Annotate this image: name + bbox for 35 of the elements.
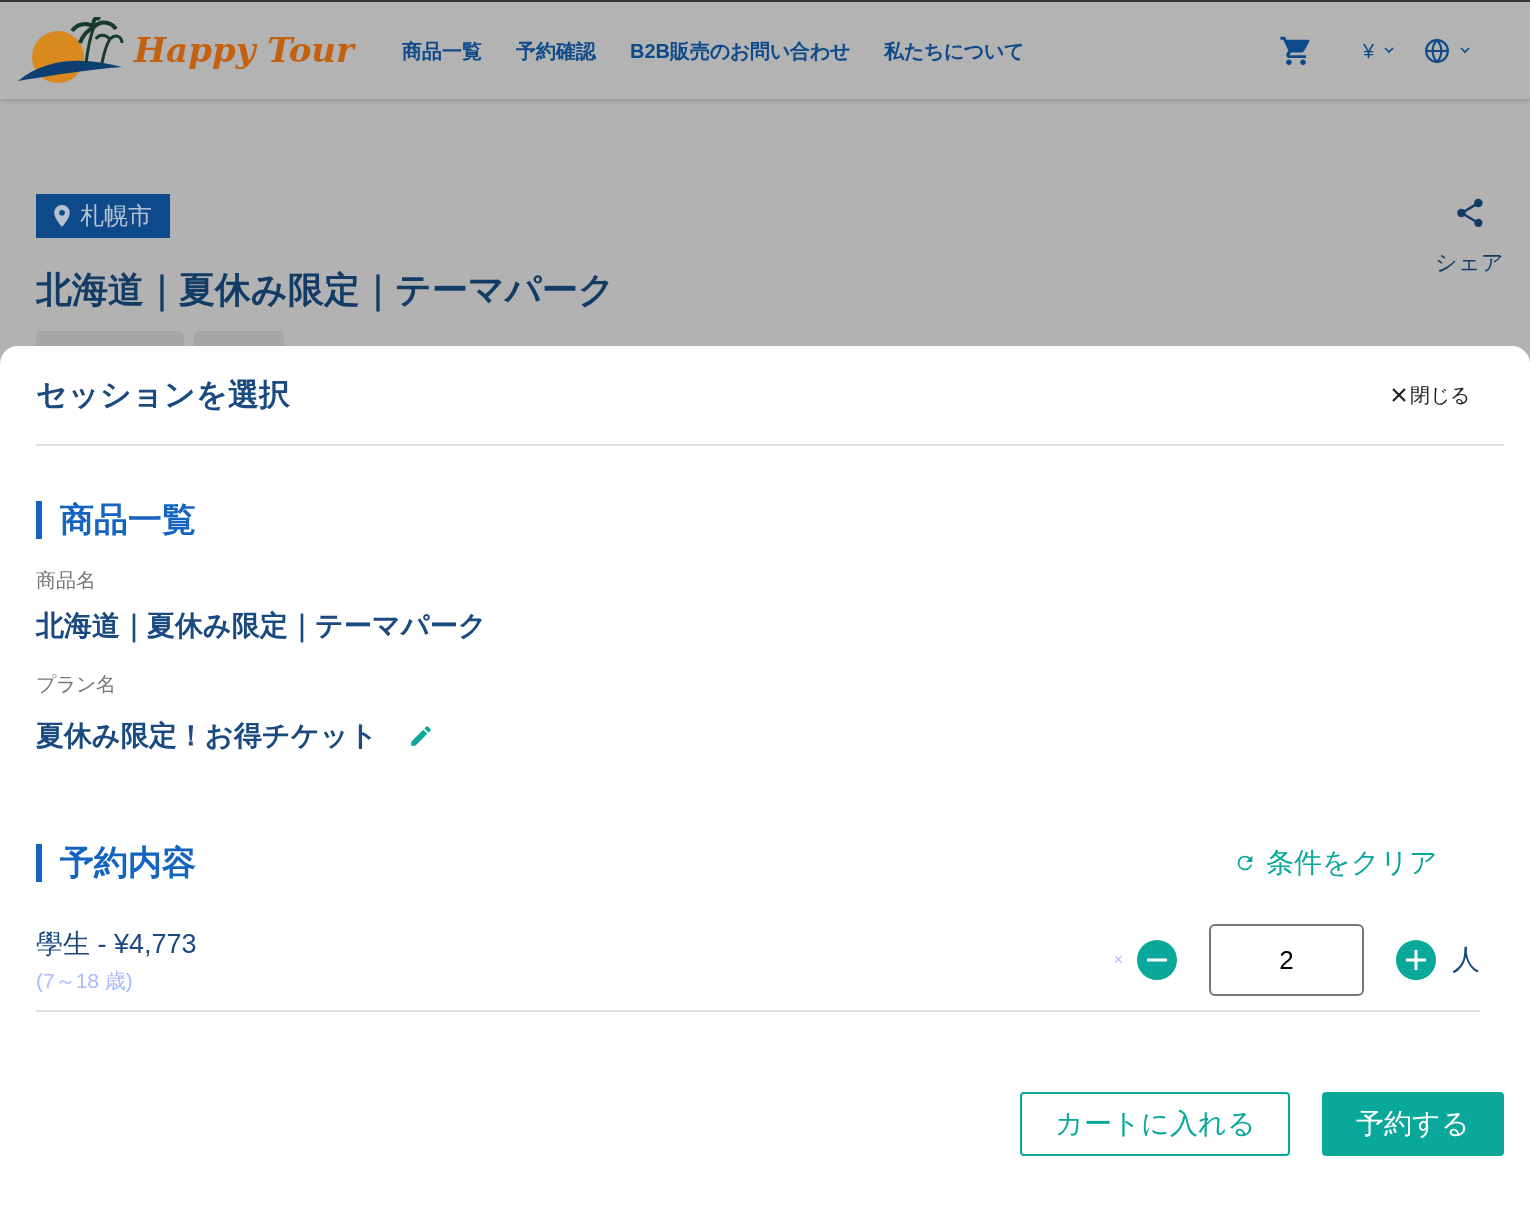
decrease-button[interactable] <box>1137 940 1177 980</box>
nav-link[interactable]: 商品一覧 <box>402 35 482 66</box>
age-range: (7～18 歳) <box>36 967 134 994</box>
share-button[interactable]: シェア <box>1435 194 1504 279</box>
plan-name: 夏休み限定！お得チケット <box>36 719 378 753</box>
page-title: 北海道｜夏休み限定｜テーマパーク <box>36 268 616 314</box>
book-button[interactable]: 予約する <box>1322 1092 1504 1156</box>
unit-label: 人 <box>1452 943 1480 977</box>
clear-conditions-button[interactable]: 条件をクリア <box>1234 841 1438 884</box>
globe-icon[interactable] <box>1424 37 1450 64</box>
field-label: 商品名 <box>36 568 97 593</box>
nav-link[interactable]: 予約確認 <box>516 35 596 66</box>
ticket-type-price: 學生 - ¥4,773 <box>36 928 198 961</box>
pencil-edit-icon[interactable] <box>408 723 434 749</box>
multiply-sign: × <box>1113 950 1123 970</box>
plus-icon <box>1406 950 1426 970</box>
add-to-cart-button[interactable]: カートに入れる <box>1020 1092 1290 1156</box>
close-icon <box>1392 388 1406 402</box>
location-badge: 札幌市 <box>36 194 170 238</box>
chevron-down-icon <box>1384 47 1394 54</box>
currency-selector[interactable]: ¥ <box>1362 35 1394 66</box>
map-pin-icon <box>54 205 70 227</box>
product-name: 北海道｜夏休み限定｜テーマパーク <box>36 609 488 645</box>
close-button[interactable]: 閉じる <box>1392 380 1470 410</box>
palm-island-logo-icon <box>16 16 124 85</box>
quantity-input[interactable]: 2 <box>1209 924 1364 996</box>
section-heading: 予約内容 <box>60 842 196 883</box>
chevron-down-icon <box>1460 47 1470 54</box>
increase-button[interactable] <box>1396 940 1436 980</box>
modal-title: セッションを選択 <box>36 375 290 414</box>
nav-link[interactable]: B2B販売のお問い合わせ <box>630 35 850 66</box>
nav-link[interactable]: 私たちについて <box>884 35 1024 66</box>
field-label: プラン名 <box>36 672 117 697</box>
section-heading: 商品一覧 <box>60 499 196 540</box>
minus-icon <box>1147 958 1167 962</box>
